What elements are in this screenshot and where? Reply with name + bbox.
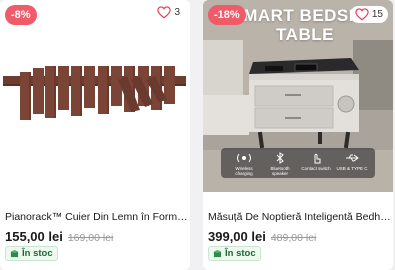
- feature-usb: USB & TYPE C: [335, 152, 369, 176]
- current-price: 399,00 lei: [208, 229, 266, 244]
- feature-contact: Contact switch: [299, 152, 333, 176]
- wireless-charging-icon: [237, 153, 251, 163]
- old-price: 489,00 lei: [270, 232, 317, 244]
- product-title[interactable]: Măsuță De Noptieră Inteligentă Bedh…: [208, 211, 390, 223]
- feature-strip: Wireless charging Bluetooth speaker Cont…: [227, 152, 369, 176]
- feature-label: Contact switch: [301, 166, 331, 171]
- product-image[interactable]: SMART BEDSIDE TABLE Wireless charging Bl…: [203, 0, 393, 192]
- box-icon: [10, 249, 19, 258]
- product-image[interactable]: [0, 0, 190, 192]
- product-title[interactable]: Pianorack™ Cuier Din Lemn în Form…: [5, 211, 187, 223]
- favorite-count: 15: [371, 9, 383, 20]
- price-row: 155,00 lei 169,00 lei: [5, 229, 113, 244]
- price-row: 399,00 lei 489,00 lei: [208, 229, 316, 244]
- banner-line-2: TABLE: [276, 25, 334, 44]
- favorite-count: 3: [174, 7, 180, 18]
- product-card-bedside-table[interactable]: SMART BEDSIDE TABLE Wireless charging Bl…: [203, 0, 393, 270]
- heart-icon: [355, 8, 369, 21]
- discount-badge: -18%: [208, 5, 246, 25]
- piano-coat-rack-illustration: [3, 66, 186, 120]
- stock-label: În stoc: [225, 248, 256, 259]
- usb-icon: [346, 154, 359, 162]
- stock-badge: În stoc: [208, 246, 261, 261]
- touch-icon: [314, 153, 321, 164]
- product-card-coat-rack[interactable]: -8% 3 Pianorack™ Cuier Din Lemn în Form……: [0, 0, 190, 270]
- feature-label: Wireless charging: [235, 166, 253, 176]
- feature-label: Bluetooth speaker: [270, 166, 290, 176]
- feature-wireless: Wireless charging: [227, 152, 261, 176]
- stock-label: În stoc: [22, 248, 53, 259]
- heart-icon: [157, 6, 172, 19]
- current-price: 155,00 lei: [5, 229, 63, 244]
- bluetooth-icon: [276, 152, 284, 164]
- favorite-button[interactable]: 15: [349, 6, 388, 23]
- box-icon: [213, 249, 222, 258]
- old-price: 169,00 lei: [67, 232, 114, 244]
- discount-badge: -8%: [5, 5, 37, 25]
- stock-badge: În stoc: [5, 246, 58, 261]
- feature-bluetooth: Bluetooth speaker: [263, 152, 297, 176]
- product-grid: -8% 3 Pianorack™ Cuier Din Lemn în Form……: [0, 0, 395, 270]
- favorite-button[interactable]: 3: [157, 6, 180, 19]
- feature-label: USB & TYPE C: [336, 166, 368, 171]
